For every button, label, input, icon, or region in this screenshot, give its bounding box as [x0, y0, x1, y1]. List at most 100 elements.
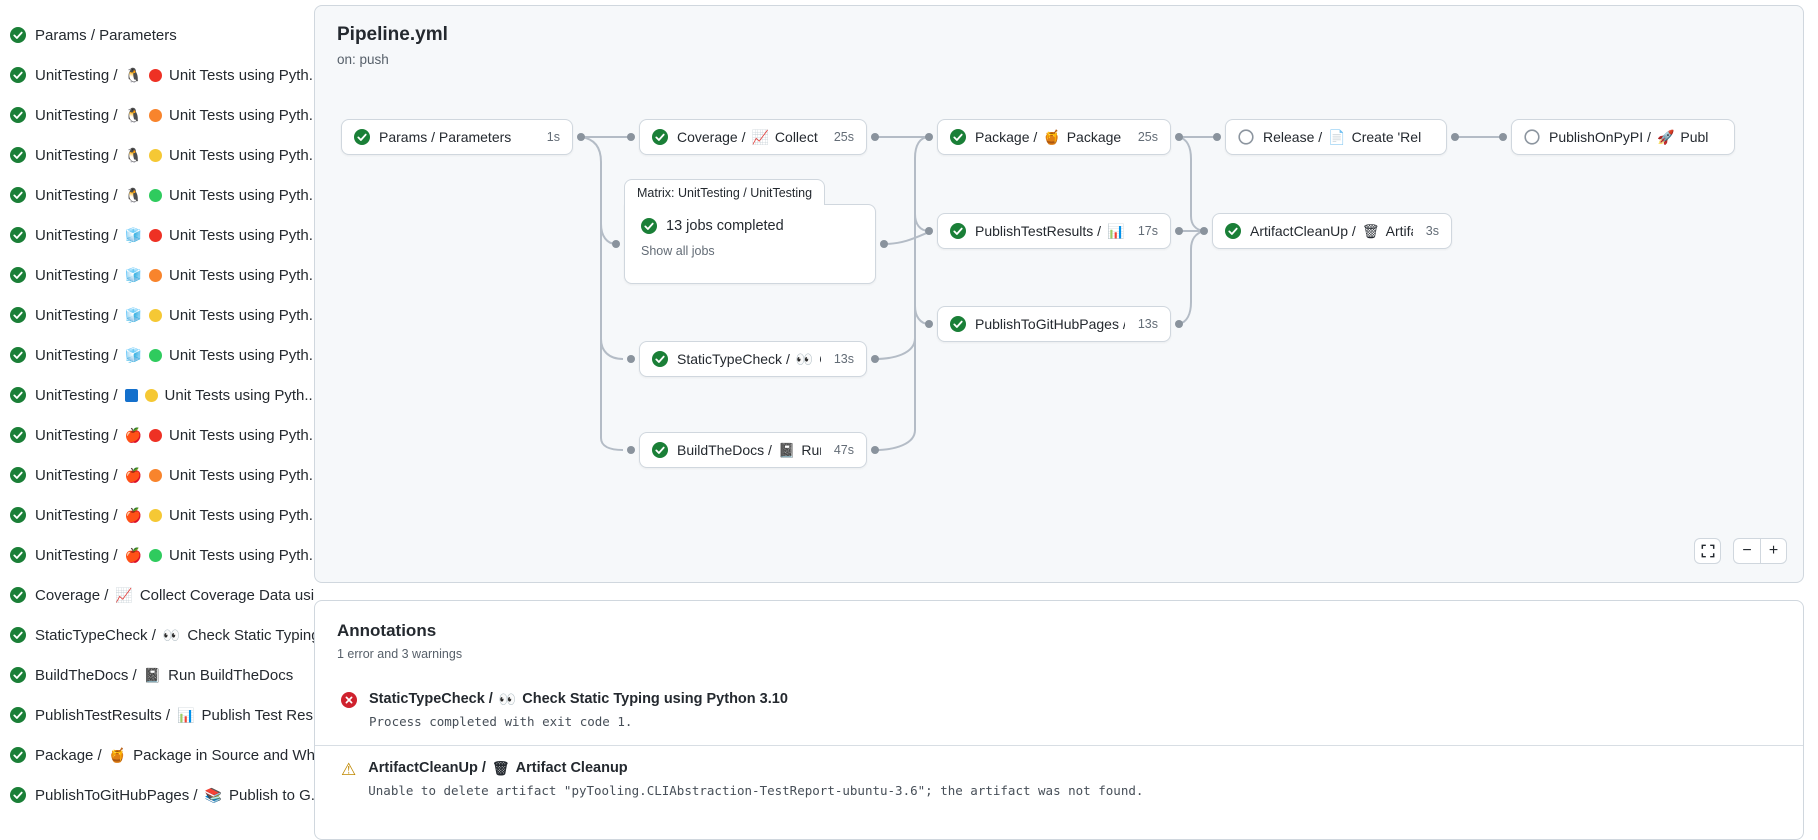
- job-duration: 1s: [547, 130, 560, 144]
- sidebar-job-item[interactable]: UnitTesting /🍎Unit Tests using Pyth...: [0, 455, 314, 495]
- show-all-jobs-link[interactable]: Show all jobs: [641, 244, 859, 258]
- graph-node-artifactcleanup[interactable]: ArtifactCleanUp /🗑Artifac...3s: [1212, 213, 1452, 249]
- python-yellow-icon: [149, 509, 162, 522]
- job-label: Coverage /📈Collect Coverage Data usi...: [35, 587, 314, 604]
- job-label: UnitTesting /🧊Unit Tests using Pyth...: [35, 227, 314, 244]
- success-check-icon: [10, 667, 26, 683]
- eyes-icon: 👀: [163, 628, 180, 642]
- macos-apple-icon: 🍎: [125, 508, 142, 522]
- success-check-icon: [10, 427, 26, 443]
- sidebar-job-item[interactable]: UnitTesting /🍎Unit Tests using Pyth...: [0, 495, 314, 535]
- macos-apple-icon: 🍎: [125, 468, 142, 482]
- success-check-icon: [10, 27, 26, 43]
- graph-node-publishonpypi[interactable]: PublishOnPyPI /🚀Publish to ...: [1511, 119, 1735, 155]
- sidebar-job-item[interactable]: Package /🍯Package in Source and Wh...: [0, 735, 314, 775]
- zoom-out-button[interactable]: −: [1733, 538, 1760, 564]
- sidebar-job-item[interactable]: UnitTesting /🍎Unit Tests using Pyth...: [0, 535, 314, 575]
- job-label: UnitTesting /🧊Unit Tests using Pyth...: [35, 267, 314, 284]
- macos-apple-icon: 🍎: [125, 548, 142, 562]
- success-check-icon: [10, 507, 26, 523]
- warning-triangle-icon: ⚠: [341, 761, 356, 778]
- job-label: PublishToGitHubPages /📚Publish to G...: [35, 787, 314, 804]
- sidebar-job-item[interactable]: UnitTesting /🧊Unit Tests using Pyth...: [0, 255, 314, 295]
- success-check-icon: [950, 316, 966, 332]
- job-duration: 25s: [834, 130, 854, 144]
- workflow-graph-panel[interactable]: Pipeline.yml on: push Params / Parameter…: [314, 5, 1804, 583]
- sidebar-job-item[interactable]: UnitTesting /🧊Unit Tests using Pyth...: [0, 215, 314, 255]
- skipped-circle-icon: [1524, 129, 1540, 145]
- graph-node-label: PublishOnPyPI /🚀Publish to ...: [1549, 129, 1709, 145]
- sidebar-job-item[interactable]: BuildTheDocs /📓Run BuildTheDocs: [0, 655, 314, 695]
- sidebar-job-item[interactable]: UnitTesting /🐧Unit Tests using Pyth...: [0, 95, 314, 135]
- annotation-title: ArtifactCleanUp /🗑Artifact Cleanup: [368, 760, 1143, 776]
- sidebar-job-item[interactable]: Params / Parameters: [0, 15, 314, 55]
- zoom-in-button[interactable]: +: [1760, 538, 1787, 564]
- graph-node-label: StaticTypeCheck /👀Chec...: [677, 351, 821, 367]
- windows-cube-icon: 🧊: [125, 348, 142, 362]
- success-check-icon: [10, 707, 26, 723]
- success-check-icon: [10, 347, 26, 363]
- books-icon: 📚: [205, 788, 222, 802]
- job-duration: 47s: [834, 443, 854, 457]
- job-label: PublishTestResults /📊Publish Test Resu..…: [35, 707, 314, 724]
- graph-node-label: PublishToGitHubPages /📚...: [975, 316, 1125, 332]
- job-sidebar: Params / Parameters UnitTesting /🐧Unit Te…: [0, 0, 314, 815]
- success-check-icon: [10, 227, 26, 243]
- success-check-icon: [950, 129, 966, 145]
- graph-node-buildthedocs[interactable]: BuildTheDocs /📓Run Buil...47s: [639, 432, 867, 468]
- success-check-icon: [10, 787, 26, 803]
- success-check-icon: [10, 147, 26, 163]
- graph-node-label: Coverage /📈Collect Cove...: [677, 129, 821, 145]
- sidebar-job-item[interactable]: UnitTesting /🐧Unit Tests using Pyth...: [0, 135, 314, 175]
- sidebar-job-item[interactable]: UnitTesting /🐧Unit Tests using Pyth...: [0, 175, 314, 215]
- matrix-group-card[interactable]: 13 jobs completed Show all jobs: [624, 204, 876, 284]
- job-label: UnitTesting /🍎Unit Tests using Pyth...: [35, 467, 314, 484]
- success-check-icon: [10, 747, 26, 763]
- graph-node-statictypecheck[interactable]: StaticTypeCheck /👀Chec...13s: [639, 341, 867, 377]
- annotation-title: StaticTypeCheck /👀Check Static Typing us…: [369, 691, 788, 707]
- sidebar-job-item[interactable]: UnitTesting /🍎Unit Tests using Pyth...: [0, 415, 314, 455]
- workflow-trigger: on: push: [337, 52, 389, 67]
- sidebar-job-item[interactable]: StaticTypeCheck /👀Check Static Typing...: [0, 615, 314, 655]
- python-red-icon: [149, 429, 162, 442]
- python-orange-icon: [149, 109, 162, 122]
- graph-node-publishtoghpages[interactable]: PublishToGitHubPages /📚...13s: [937, 306, 1171, 342]
- sidebar-job-item[interactable]: UnitTesting /🧊Unit Tests using Pyth...: [0, 295, 314, 335]
- sidebar-job-item[interactable]: Coverage /📈Collect Coverage Data usi...: [0, 575, 314, 615]
- sidebar-job-item[interactable]: UnitTesting /🐧Unit Tests using Pyth...: [0, 55, 314, 95]
- fullscreen-button[interactable]: [1694, 538, 1721, 564]
- graph-node-coverage[interactable]: Coverage /📈Collect Cove... 25s: [639, 119, 867, 155]
- graph-node-release[interactable]: Release /📄Create 'Release P...: [1225, 119, 1447, 155]
- sidebar-job-item[interactable]: UnitTesting /Unit Tests using Pyth...: [0, 375, 314, 415]
- annotation-body: ArtifactCleanUp /🗑Artifact Cleanup Unable…: [368, 760, 1143, 798]
- job-label: UnitTesting /🍎Unit Tests using Pyth...: [35, 507, 314, 524]
- graph-node-publishtestresults[interactable]: PublishTestResults /📊Pu...17s: [937, 213, 1171, 249]
- eyes-icon: 👀: [796, 352, 813, 366]
- python-red-icon: [149, 69, 162, 82]
- matrix-jobs-summary: 13 jobs completed: [666, 218, 784, 234]
- workflow-graph-edges: [315, 6, 1804, 583]
- python-yellow-icon: [145, 389, 158, 402]
- graph-node-package[interactable]: Package /🍯Package in So...25s: [937, 119, 1171, 155]
- bar-chart-icon: 📊: [177, 708, 194, 722]
- success-check-icon: [10, 547, 26, 563]
- error-x-icon: [341, 692, 357, 708]
- annotation-message: Process completed with exit code 1.: [369, 714, 788, 729]
- graph-node-params[interactable]: Params / Parameters1s: [341, 119, 573, 155]
- annotation-message: Unable to delete artifact "pyTooling.CLI…: [368, 783, 1143, 798]
- sidebar-job-item[interactable]: UnitTesting /🧊Unit Tests using Pyth...: [0, 335, 314, 375]
- expand-icon: [1701, 544, 1715, 558]
- minus-icon: −: [1742, 543, 1751, 559]
- job-label: UnitTesting /🐧Unit Tests using Pyth...: [35, 107, 314, 124]
- job-label: UnitTesting /🐧Unit Tests using Pyth...: [35, 67, 314, 84]
- success-check-icon: [10, 67, 26, 83]
- chart-increasing-icon: 📈: [751, 130, 768, 144]
- plus-icon: +: [1769, 543, 1778, 559]
- sidebar-job-item[interactable]: PublishTestResults /📊Publish Test Resu..…: [0, 695, 314, 735]
- job-duration: 25s: [1138, 130, 1158, 144]
- python-green-icon: [149, 349, 162, 362]
- macos-apple-icon: 🍎: [125, 428, 142, 442]
- honey-pot-icon: 🍯: [1043, 130, 1060, 144]
- sidebar-job-item[interactable]: PublishToGitHubPages /📚Publish to G...: [0, 775, 314, 815]
- job-duration: 3s: [1426, 224, 1439, 238]
